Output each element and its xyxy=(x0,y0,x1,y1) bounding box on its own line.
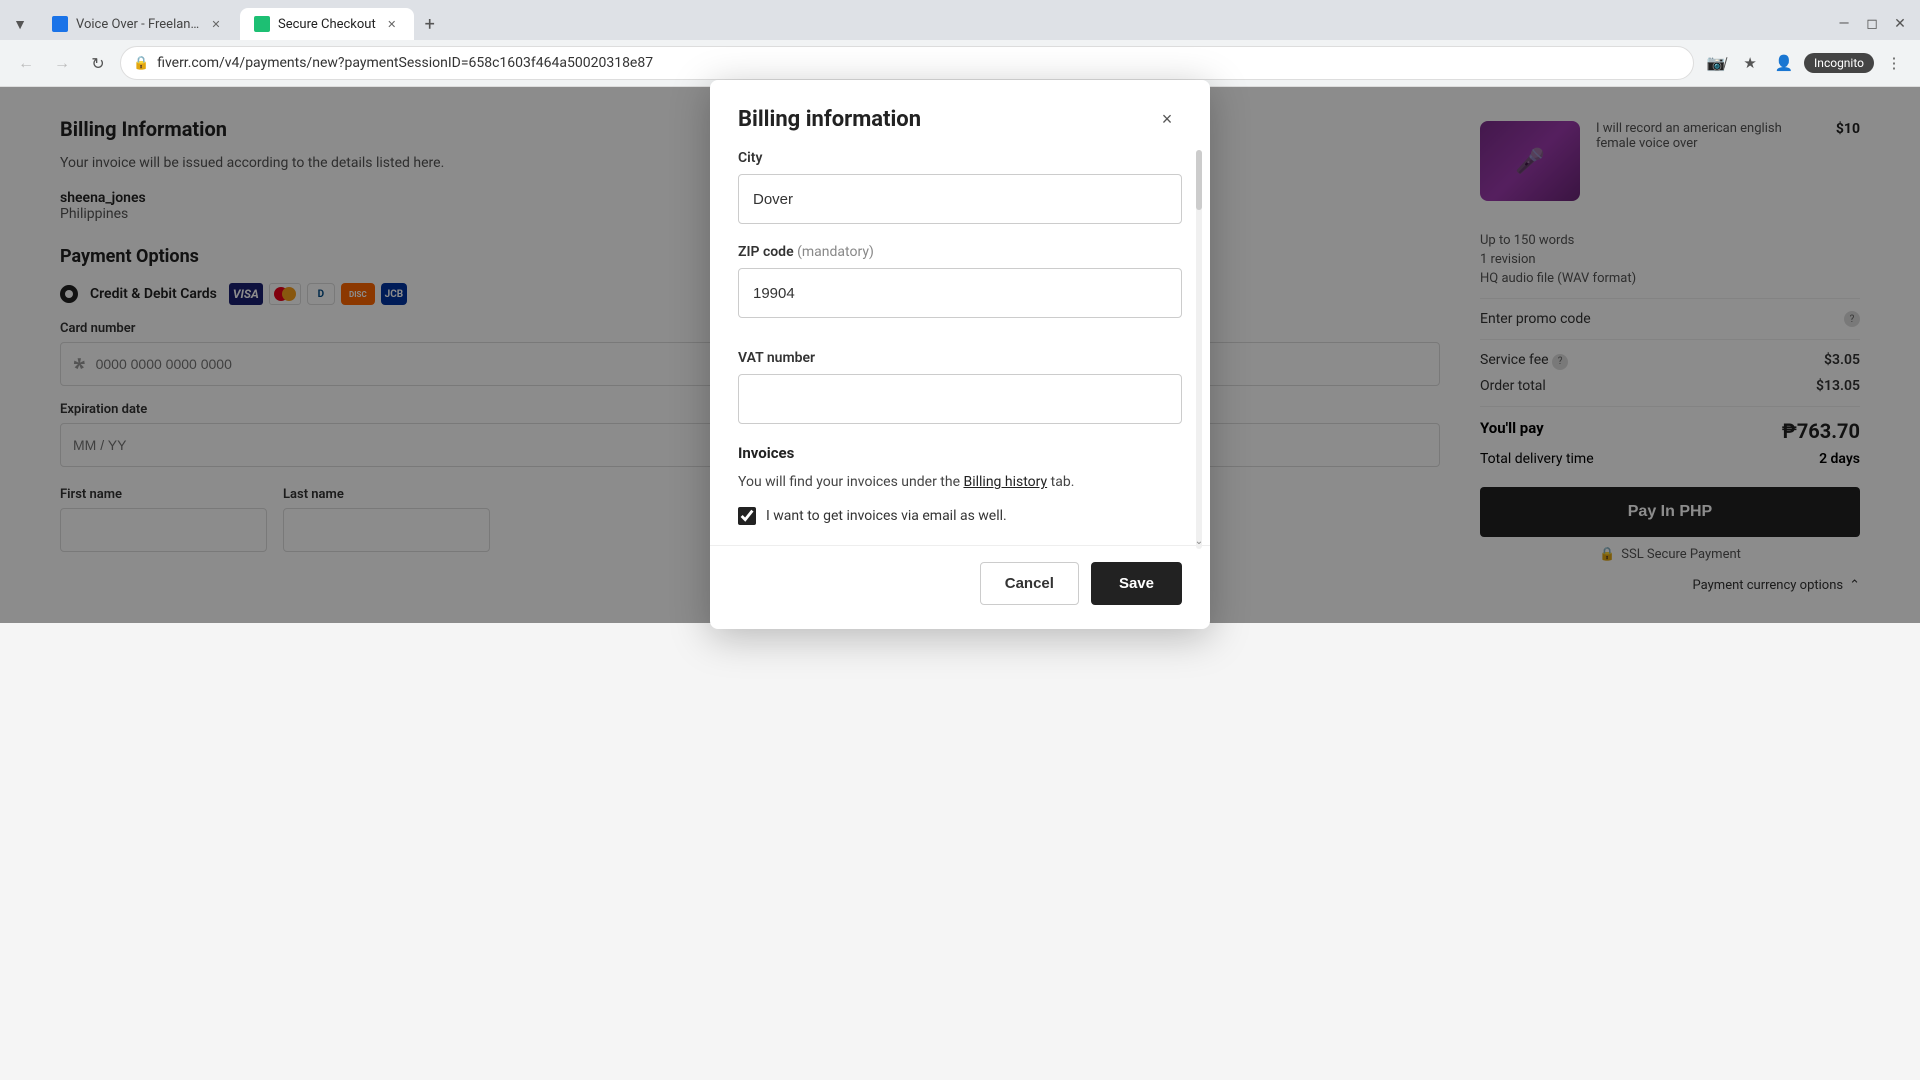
email-invoice-checkbox-row[interactable]: I want to get invoices via email as well… xyxy=(738,507,1182,525)
invoices-desc-after: tab. xyxy=(1051,474,1075,490)
modal-scroll-area[interactable]: City ZIP code (mandatory) xyxy=(710,150,1210,545)
browser-actions: 📷̸ ★ 👤 Incognito ⋮ xyxy=(1702,49,1908,77)
save-button[interactable]: Save xyxy=(1091,562,1182,605)
scroll-indicator: ⌄ xyxy=(1196,150,1202,549)
lock-icon: 🔒 xyxy=(133,56,149,71)
zip-label: ZIP code (mandatory) xyxy=(738,244,1182,260)
scroll-thumb[interactable] xyxy=(1196,150,1202,210)
refresh-button[interactable]: ↻ xyxy=(84,49,112,77)
invoices-title: Invoices xyxy=(738,444,1182,462)
browser-chrome: ▼ Voice Over - Freelance Voice A... ✕ Se… xyxy=(0,0,1920,87)
spacer xyxy=(738,338,1182,350)
invoices-desc-before: You will find your invoices under the xyxy=(738,474,963,490)
address-bar[interactable]: 🔒 fiverr.com/v4/payments/new?paymentSess… xyxy=(120,46,1694,80)
address-text: fiverr.com/v4/payments/new?paymentSessio… xyxy=(157,55,1681,71)
city-input[interactable] xyxy=(738,174,1182,224)
modal-body: City ZIP code (mandatory) xyxy=(710,150,1210,545)
scroll-down-arrow[interactable]: ⌄ xyxy=(1191,533,1207,549)
address-bar-row: ← → ↻ 🔒 fiverr.com/v4/payments/new?payme… xyxy=(0,40,1920,86)
email-invoice-checkbox[interactable] xyxy=(738,507,756,525)
modal-header: Billing information × xyxy=(710,80,1210,150)
profile-icon[interactable]: 👤 xyxy=(1770,49,1798,77)
modal-title: Billing information xyxy=(738,107,921,132)
vat-field-group: VAT number xyxy=(738,350,1182,424)
vat-label: VAT number xyxy=(738,350,1182,366)
incognito-badge: Incognito xyxy=(1804,53,1874,73)
tab-dropdown-btn[interactable]: ▼ xyxy=(8,12,32,36)
billing-info-modal: Billing information × City ZIP code (man… xyxy=(710,80,1210,629)
modal-overlay[interactable]: Billing information × City ZIP code (man… xyxy=(0,87,1920,623)
tab-2-label: Secure Checkout xyxy=(278,17,376,32)
back-button[interactable]: ← xyxy=(12,49,40,77)
city-label: City xyxy=(738,150,1182,166)
tab-1[interactable]: Voice Over - Freelance Voice A... ✕ xyxy=(38,8,238,40)
city-field-group: City xyxy=(738,150,1182,224)
vat-input[interactable] xyxy=(738,374,1182,424)
tab-bar: ▼ Voice Over - Freelance Voice A... ✕ Se… xyxy=(0,0,1920,40)
minimize-button[interactable]: — xyxy=(1832,12,1856,36)
billing-history-link[interactable]: Billing history xyxy=(963,474,1047,490)
new-tab-button[interactable]: + xyxy=(416,10,444,38)
forward-button[interactable]: → xyxy=(48,49,76,77)
email-invoice-label: I want to get invoices via email as well… xyxy=(766,508,1007,524)
more-options-icon[interactable]: ⋮ xyxy=(1880,49,1908,77)
zip-mandatory: (mandatory) xyxy=(797,244,874,260)
invoices-section: Invoices You will find your invoices und… xyxy=(738,444,1182,525)
zip-input[interactable] xyxy=(738,268,1182,318)
modal-close-button[interactable]: × xyxy=(1152,104,1182,134)
tab-2-favicon xyxy=(254,16,270,32)
bookmark-icon[interactable]: ★ xyxy=(1736,49,1764,77)
cancel-button[interactable]: Cancel xyxy=(980,562,1079,605)
restore-button[interactable]: ◻ xyxy=(1860,12,1884,36)
tab-1-close[interactable]: ✕ xyxy=(208,16,224,32)
tab-2-close[interactable]: ✕ xyxy=(384,16,400,32)
scroll-track xyxy=(1196,150,1202,549)
no-camera-icon[interactable]: 📷̸ xyxy=(1702,49,1730,77)
close-button[interactable]: ✕ xyxy=(1888,12,1912,36)
modal-footer: Cancel Save xyxy=(710,545,1210,629)
tab-2[interactable]: Secure Checkout ✕ xyxy=(240,8,414,40)
invoices-description: You will find your invoices under the Bi… xyxy=(738,472,1182,493)
tab-1-favicon xyxy=(52,16,68,32)
window-controls: — ◻ ✕ xyxy=(1832,12,1912,36)
tab-1-label: Voice Over - Freelance Voice A... xyxy=(76,17,200,32)
zip-field-group: ZIP code (mandatory) xyxy=(738,244,1182,318)
